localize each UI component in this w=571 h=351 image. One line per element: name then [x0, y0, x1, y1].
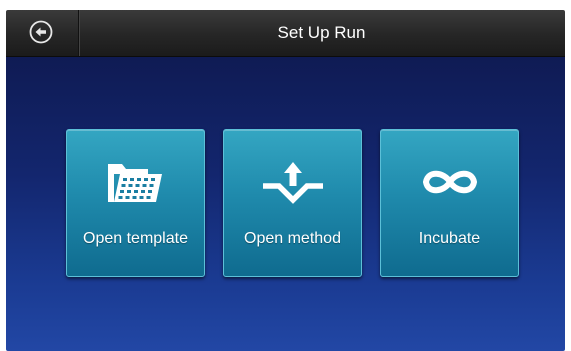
main-content: Open template Open method Incubate — [6, 57, 565, 351]
open-template-label: Open template — [83, 230, 188, 247]
infinity-icon — [422, 170, 477, 194]
app-window: Set Up Run Open template Open method Inc… — [6, 10, 565, 351]
folder-plate-icon — [107, 164, 162, 202]
incubate-button[interactable]: Incubate — [380, 129, 519, 277]
open-method-label: Open method — [244, 230, 341, 247]
incubate-label: Incubate — [418, 230, 481, 247]
page-title: Set Up Run — [277, 23, 366, 42]
open-method-button[interactable]: Open method — [223, 129, 362, 277]
open-template-button[interactable]: Open template — [66, 129, 205, 277]
method-upload-icon — [262, 162, 323, 204]
title-bar: Set Up Run — [6, 10, 565, 57]
